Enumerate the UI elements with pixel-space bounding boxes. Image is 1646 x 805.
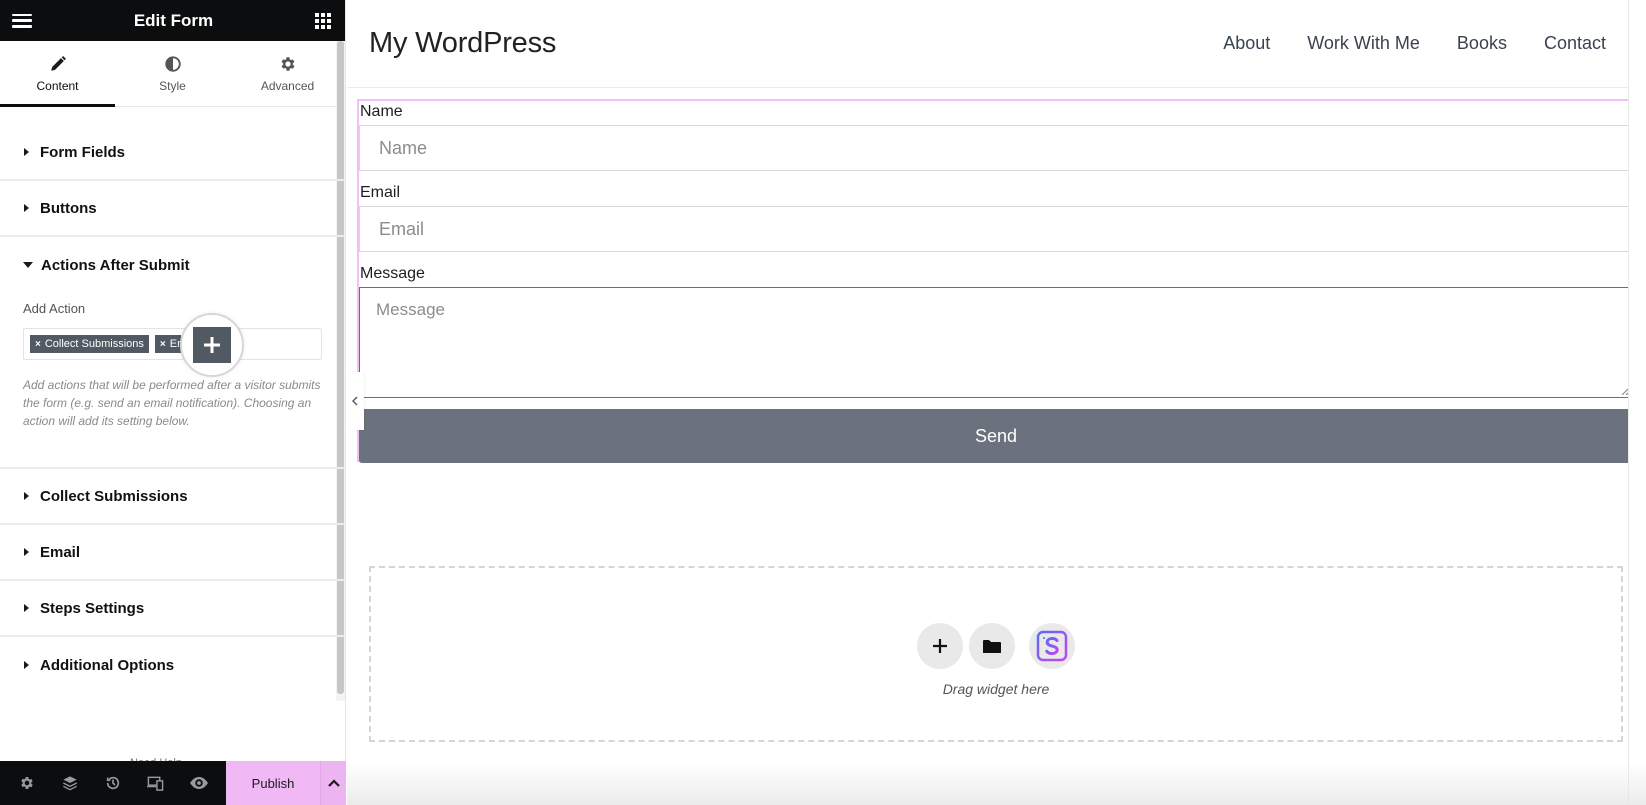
- add-action-label: Add Action: [23, 301, 86, 316]
- drop-zone-text: Drag widget here: [942, 681, 1050, 697]
- site-title[interactable]: My WordPress: [369, 27, 556, 60]
- section-form-fields[interactable]: Form Fields: [0, 125, 345, 181]
- caret-right-icon: [24, 604, 29, 612]
- preview-canvas: My WordPress About Work With Me Books Co…: [347, 0, 1646, 805]
- half-circle-icon: [164, 55, 181, 72]
- add-action-control: Add Action × Collect Submissions × Email…: [0, 293, 345, 469]
- send-button[interactable]: Send: [359, 409, 1633, 463]
- tab-content-label: Content: [36, 78, 79, 93]
- history-button[interactable]: [103, 773, 123, 793]
- panel-title: Edit Form: [133, 10, 214, 30]
- action-chip-email: × Email: [154, 335, 181, 353]
- tab-advanced-label: Advanced: [260, 78, 315, 93]
- site-nav: About Work With Me Books Contact: [1223, 33, 1606, 54]
- navigator-button[interactable]: [60, 773, 80, 793]
- editor-panel: Edit Form Content Style Advanced Form Fi…: [0, 0, 346, 805]
- section-label: Email: [40, 543, 81, 561]
- publish-button[interactable]: Publish: [226, 761, 320, 805]
- add-action-select[interactable]: × Collect Submissions × Email: [23, 313, 322, 377]
- nav-link-about[interactable]: About: [1223, 33, 1270, 54]
- responsive-mode-button[interactable]: [146, 773, 166, 793]
- nav-link-contact[interactable]: Contact: [1544, 33, 1606, 54]
- footer-tools: [0, 761, 226, 805]
- panel-footer: Publish: [0, 761, 346, 805]
- tab-style-label: Style: [159, 78, 186, 93]
- caret-right-icon: [24, 204, 29, 212]
- add-action-description: Add actions that will be performed after…: [23, 378, 321, 428]
- history-icon: [106, 776, 120, 790]
- remove-chip-icon[interactable]: ×: [35, 339, 41, 350]
- section-label: Buttons: [40, 199, 97, 217]
- pencil-icon: [50, 55, 66, 71]
- section-actions-after-submit[interactable]: Actions After Submit: [0, 237, 345, 293]
- layers-icon: [63, 776, 78, 791]
- bottom-shadow: [347, 763, 1646, 805]
- tab-style[interactable]: Style: [115, 41, 230, 106]
- add-section-button[interactable]: [917, 623, 963, 669]
- gear-icon: [281, 56, 294, 71]
- cursor-highlight: [180, 313, 244, 377]
- section-label: Steps Settings: [40, 599, 145, 617]
- caret-right-icon: [24, 548, 29, 556]
- collapse-panel-button[interactable]: [346, 372, 364, 430]
- email-label: Email: [360, 184, 401, 201]
- message-label: Message: [360, 265, 425, 282]
- starter-templates-button[interactable]: [1029, 623, 1075, 669]
- preview-button[interactable]: [189, 773, 209, 793]
- folder-icon: [983, 639, 1001, 653]
- section-steps-settings[interactable]: Steps Settings: [0, 581, 345, 637]
- section-additional-options[interactable]: Additional Options: [0, 637, 345, 693]
- settings-button[interactable]: [17, 773, 37, 793]
- eye-icon: [189, 777, 208, 789]
- caret-right-icon: [24, 148, 29, 156]
- add-action-plus-button[interactable]: [193, 327, 231, 363]
- chevron-up-icon: [327, 779, 340, 787]
- plus-icon: [933, 639, 947, 653]
- site-header: My WordPress About Work With Me Books Co…: [347, 0, 1646, 88]
- tab-advanced[interactable]: Advanced: [230, 41, 345, 106]
- nav-link-work-with-me[interactable]: Work With Me: [1307, 33, 1420, 54]
- widgets-grid-icon[interactable]: [315, 12, 331, 29]
- section-label: Form Fields: [40, 143, 126, 161]
- form-widget[interactable]: Name Name Email Email Message Message Se…: [357, 99, 1635, 463]
- section-label: Actions After Submit: [41, 256, 190, 274]
- publish-options-button[interactable]: [320, 761, 346, 805]
- nav-link-books[interactable]: Books: [1457, 33, 1507, 54]
- chevron-left-icon: [352, 396, 358, 406]
- name-label: Name: [360, 103, 403, 120]
- gear-icon: [21, 777, 34, 789]
- menu-icon[interactable]: [12, 13, 32, 28]
- caret-down-icon: [23, 262, 33, 268]
- panel-header: Edit Form: [0, 0, 345, 41]
- section-label: Additional Options: [40, 656, 175, 674]
- message-placeholder: Message: [376, 300, 445, 319]
- caret-right-icon: [24, 661, 29, 669]
- preview-scrollbar[interactable]: [1628, 0, 1646, 805]
- elementor-editor: Edit Form Content Style Advanced Form Fi…: [0, 0, 1646, 805]
- section-collect-submissions[interactable]: Collect Submissions: [0, 469, 345, 525]
- name-input[interactable]: Name: [359, 125, 1633, 171]
- tab-content[interactable]: Content: [0, 41, 115, 107]
- email-input[interactable]: Email: [359, 206, 1633, 252]
- responsive-icon: [147, 776, 164, 791]
- section-buttons[interactable]: Buttons: [0, 181, 345, 237]
- action-chip-collect-submissions: × Collect Submissions: [30, 335, 149, 353]
- chip-label: Collect Submissions: [44, 338, 144, 350]
- drop-zone-buttons: [917, 623, 1075, 669]
- remove-chip-icon[interactable]: ×: [160, 339, 166, 350]
- caret-right-icon: [24, 492, 29, 500]
- drop-zone[interactable]: Drag widget here: [369, 566, 1623, 742]
- section-email[interactable]: Email: [0, 525, 345, 581]
- section-label: Collect Submissions: [40, 487, 188, 505]
- starter-templates-s-icon: [1036, 630, 1068, 662]
- plus-icon: [204, 337, 220, 353]
- panel-tabs: Content Style Advanced: [0, 41, 345, 107]
- message-textarea[interactable]: Message: [359, 287, 1633, 398]
- template-library-button[interactable]: [969, 623, 1015, 669]
